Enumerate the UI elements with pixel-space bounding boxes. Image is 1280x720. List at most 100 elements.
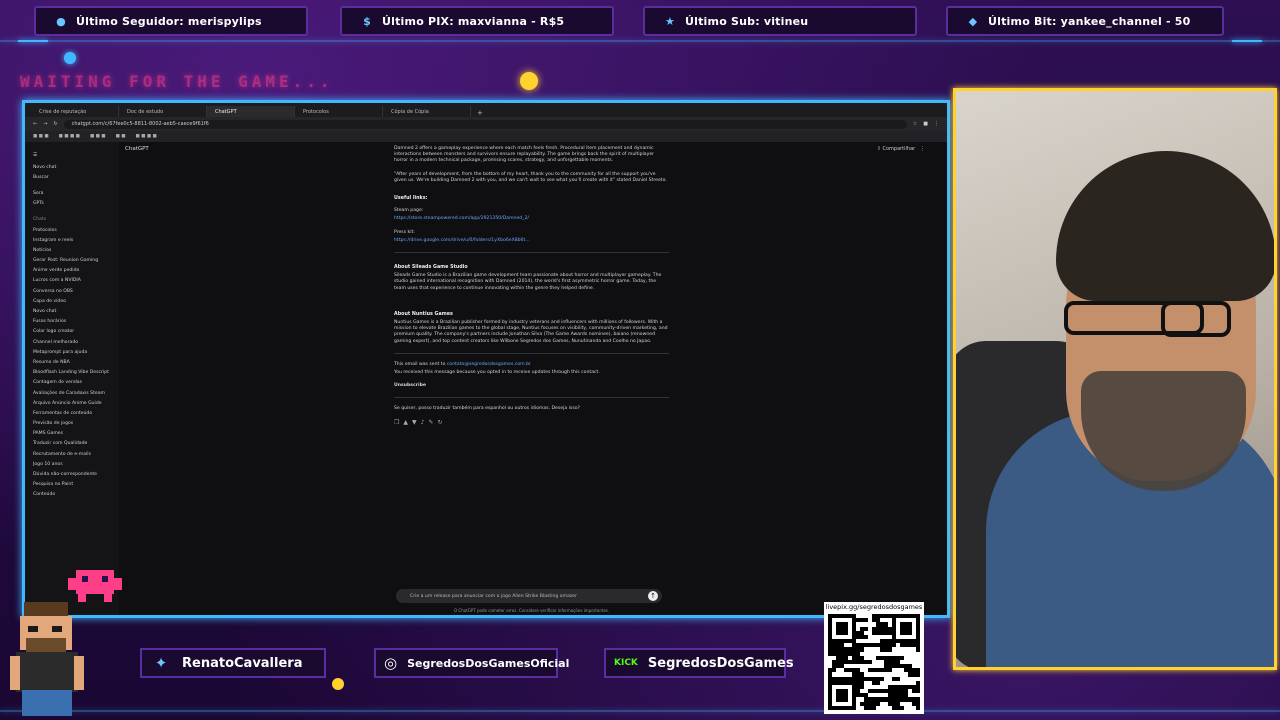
share-button[interactable]: ⇧ Compartilhar ⋮ <box>877 146 925 152</box>
qr-code <box>828 614 920 710</box>
person-hair <box>1056 151 1274 301</box>
ticker-last-follower: ● Último Seguidor: merispylips <box>34 6 308 36</box>
sidebar-chat-item[interactable]: Previsão de jogos <box>33 419 111 429</box>
sidebar-chat-item[interactable]: Conversa no OBS <box>33 286 111 296</box>
new-tab-icon[interactable]: + <box>471 109 489 117</box>
steam-link[interactable]: https://store.steampowered.com/app/29213… <box>394 216 669 222</box>
browser-tab-active[interactable]: ChatGPT <box>207 106 295 117</box>
sidebar-toggle-icon[interactable]: ☰ <box>33 148 111 162</box>
sidebar-chat-item[interactable]: Avaliações de Caradoxis Steam <box>33 388 111 398</box>
sidebar-chat-item[interactable]: Fusos horários <box>33 317 111 327</box>
sidebar-item-gpts[interactable]: GPTs <box>33 199 111 209</box>
unsubscribe-link[interactable]: Unsubscribe <box>394 383 669 389</box>
sidebar-item-sora[interactable]: Sora <box>33 188 111 198</box>
copy-icon[interactable]: ❐ <box>394 419 403 426</box>
divider <box>394 397 669 399</box>
neon-divider <box>0 710 1280 712</box>
sidebar-chat-item[interactable]: Dúvida não-correspondente <box>33 469 111 479</box>
presskit-link[interactable]: https://drive.google.com/drive/u/0/folde… <box>394 238 669 244</box>
social-kick: KICK SegredosDosGames <box>604 648 794 678</box>
divider <box>394 252 669 254</box>
back-icon[interactable]: ← <box>33 121 37 127</box>
sidebar-chat-item[interactable]: PAMS Games <box>33 429 111 439</box>
sidebar-chat-item[interactable]: Resumo de NBA <box>33 357 111 367</box>
about-studio-title: About Sileads Game Studio <box>394 265 468 271</box>
space-invader-icon <box>68 570 122 602</box>
social-twitter: ✦ RenatoCavallera <box>140 648 326 678</box>
browser-tab[interactable]: Doc de estudo <box>119 106 207 117</box>
browser-tab[interactable]: Protocolos <box>295 106 383 117</box>
thumbs-down-icon[interactable]: ▼ <box>412 419 421 426</box>
divider <box>394 352 669 354</box>
forward-icon[interactable]: → <box>43 121 47 127</box>
message-paragraph: Damned 2 offers a gameplay experience wh… <box>394 146 655 164</box>
sidebar-chat-item[interactable]: Arquivo Anúncio Anime Guide <box>33 398 111 408</box>
instagram-icon: ◎ <box>384 654 398 672</box>
sidebar-chat-item[interactable]: Colar logo creator <box>33 327 111 337</box>
message-actions: ❐▲▼♪✎↻ <box>394 419 669 426</box>
chat-sidebar: ☰ Novo chat Buscar Sora GPTs Chats Proto… <box>25 142 119 615</box>
neon-accent <box>1232 40 1262 42</box>
pixel-avatar <box>10 602 84 716</box>
thumbs-up-icon[interactable]: ▲ <box>403 419 412 426</box>
sidebar-chat-item[interactable]: Bloodflash Landing Vibe Descript <box>33 368 111 378</box>
ticker-label: Último PIX: maxvianna - R$5 <box>382 14 565 28</box>
regenerate-icon[interactable]: ↻ <box>438 419 447 426</box>
bookmark-item[interactable]: ■ ■ ■ <box>33 134 49 139</box>
sidebar-chat-item[interactable]: Instagram e reels <box>33 235 111 245</box>
address-input[interactable]: chatgpt.com/c/67fee0c5-8811-8002-aeb5-ca… <box>63 119 907 129</box>
sidebar-chat-item[interactable]: Conteúdo <box>33 490 111 500</box>
decor-dot <box>332 678 344 690</box>
twitter-icon: ✦ <box>154 654 168 672</box>
sidebar-chat-item[interactable]: Ferramentas de conteúdo <box>33 408 111 418</box>
sidebar-chat-item[interactable]: Anime verde pedido <box>33 266 111 276</box>
bookmark-item[interactable]: ■ ■ ■ ■ <box>136 134 157 139</box>
sidebar-item-search[interactable]: Buscar <box>33 172 111 182</box>
browser-tab[interactable]: Crise de reputação <box>31 106 119 117</box>
sidebar-chat-item[interactable]: Notícias <box>33 245 111 255</box>
prompt-text: Crie a um release para anunciar com o jo… <box>410 593 578 599</box>
sidebar-chat-item[interactable]: Lucros com a NVIDIA <box>33 276 111 286</box>
sidebar-chat-item[interactable]: Protocolos <box>33 225 111 235</box>
sidebar-chat-item[interactable]: Capa de vídeo <box>33 296 111 306</box>
extension-icon[interactable]: ■ <box>923 121 928 127</box>
star-icon[interactable]: ☆ <box>913 121 917 127</box>
sidebar-chat-item[interactable]: Jogo 10 anos <box>33 459 111 469</box>
ticker-last-sub: ★ Último Sub: vitineu <box>643 6 917 36</box>
sidebar-chat-item[interactable]: Channel melhorado <box>33 337 111 347</box>
chat-main: ChatGPT ⇧ Compartilhar ⋮ Damned 2 offers… <box>119 142 947 615</box>
social-instagram: ◎ SegredosDosGamesOficial <box>374 648 569 678</box>
social-label: SegredosDosGamesOficial <box>407 656 570 670</box>
email-sent-line: This email was sent to contato@segredosd… <box>394 361 531 367</box>
send-icon[interactable]: ↑ <box>648 591 658 601</box>
tab-strip: Crise de reputação Doc de estudo ChatGPT… <box>25 103 947 117</box>
social-label: RenatoCavallera <box>182 655 303 671</box>
ticker-label: Último Sub: vitineu <box>685 14 809 28</box>
sidebar-item-new-chat[interactable]: Novo chat <box>33 162 111 172</box>
address-text: chatgpt.com/c/67fee0c5-8811-8002-aeb5-ca… <box>71 121 209 127</box>
neon-divider <box>0 40 1280 42</box>
bookmark-item[interactable]: ■ ■ ■ ■ <box>59 134 80 139</box>
message-content: Damned 2 offers a gameplay experience wh… <box>394 146 669 426</box>
subscribed-line: You received this message because you op… <box>394 370 600 376</box>
about-nuntius-title: About Nuntius Games <box>394 311 453 317</box>
sidebar-chat-item[interactable]: Metaprompt para ajuda <box>33 347 111 357</box>
sidebar-chat-item[interactable]: Contagem de vendas <box>33 378 111 388</box>
sidebar-chat-item[interactable]: Novo chat <box>33 306 111 316</box>
bookmark-item[interactable]: ■ ■ <box>116 134 126 139</box>
about-nuntius-text: Nuntius Games is a Brazilian publisher f… <box>394 320 668 344</box>
address-bar-row: ← → ↻ chatgpt.com/c/67fee0c5-8811-8002-a… <box>25 117 947 131</box>
prompt-input[interactable]: Crie a um release para anunciar com o jo… <box>396 589 662 603</box>
bookmark-item[interactable]: ■ ■ ■ <box>90 134 106 139</box>
edit-icon[interactable]: ✎ <box>428 419 437 426</box>
reload-icon[interactable]: ↻ <box>53 121 57 127</box>
sidebar-chat-item[interactable]: Pesquisa no Paint <box>33 480 111 490</box>
sidebar-chat-item[interactable]: Recrutamento de e-mails <box>33 449 111 459</box>
menu-icon[interactable]: ⋮ <box>934 121 939 127</box>
sidebar-chat-item[interactable]: Gerar Post: Reunion Gaming <box>33 256 111 266</box>
sidebar-chat-item[interactable]: Traduzir com Qualidade <box>33 439 111 449</box>
ticker-label: Último Bit: yankee_channel - 50 <box>988 14 1191 28</box>
browser-tab[interactable]: Cópia de Cópia <box>383 106 471 117</box>
email-link[interactable]: contato@segredosdosgames.com.br <box>447 362 531 367</box>
model-selector[interactable]: ChatGPT <box>125 146 149 152</box>
